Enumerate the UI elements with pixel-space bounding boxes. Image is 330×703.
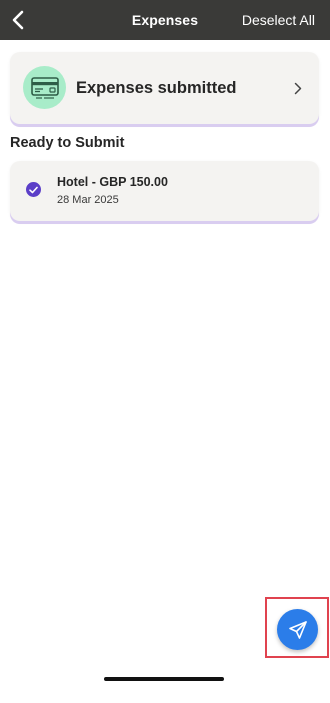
expenses-submitted-label: Expenses submitted (76, 78, 237, 97)
expense-date: 28 Mar 2025 (57, 194, 119, 206)
list-item[interactable]: Hotel - GBP 150.00 28 Mar 2025 (10, 161, 319, 221)
top-navigation-bar: Expenses Deselect All (0, 0, 330, 40)
deselect-all-button[interactable]: Deselect All (242, 0, 315, 40)
checkmark-icon (29, 186, 38, 193)
chevron-right-icon (294, 82, 302, 94)
expenses-screen: Expenses Deselect All Expenses submitted… (0, 0, 330, 703)
page-title: Expenses (131, 12, 199, 28)
expense-title: Hotel - GBP 150.00 (57, 175, 168, 189)
credit-card-icon (30, 76, 59, 99)
chevron-left-icon (12, 10, 24, 30)
chevron-right-icon-wrap (291, 80, 305, 96)
expenses-submitted-card[interactable]: Expenses submitted (10, 52, 319, 124)
home-indicator (104, 677, 224, 681)
credit-card-icon-badge (23, 66, 66, 109)
selection-checkbox[interactable] (26, 182, 41, 197)
submit-expenses-button[interactable] (277, 609, 318, 650)
send-icon (288, 620, 307, 639)
section-title: Ready to Submit (10, 135, 125, 151)
back-button[interactable] (4, 6, 32, 34)
